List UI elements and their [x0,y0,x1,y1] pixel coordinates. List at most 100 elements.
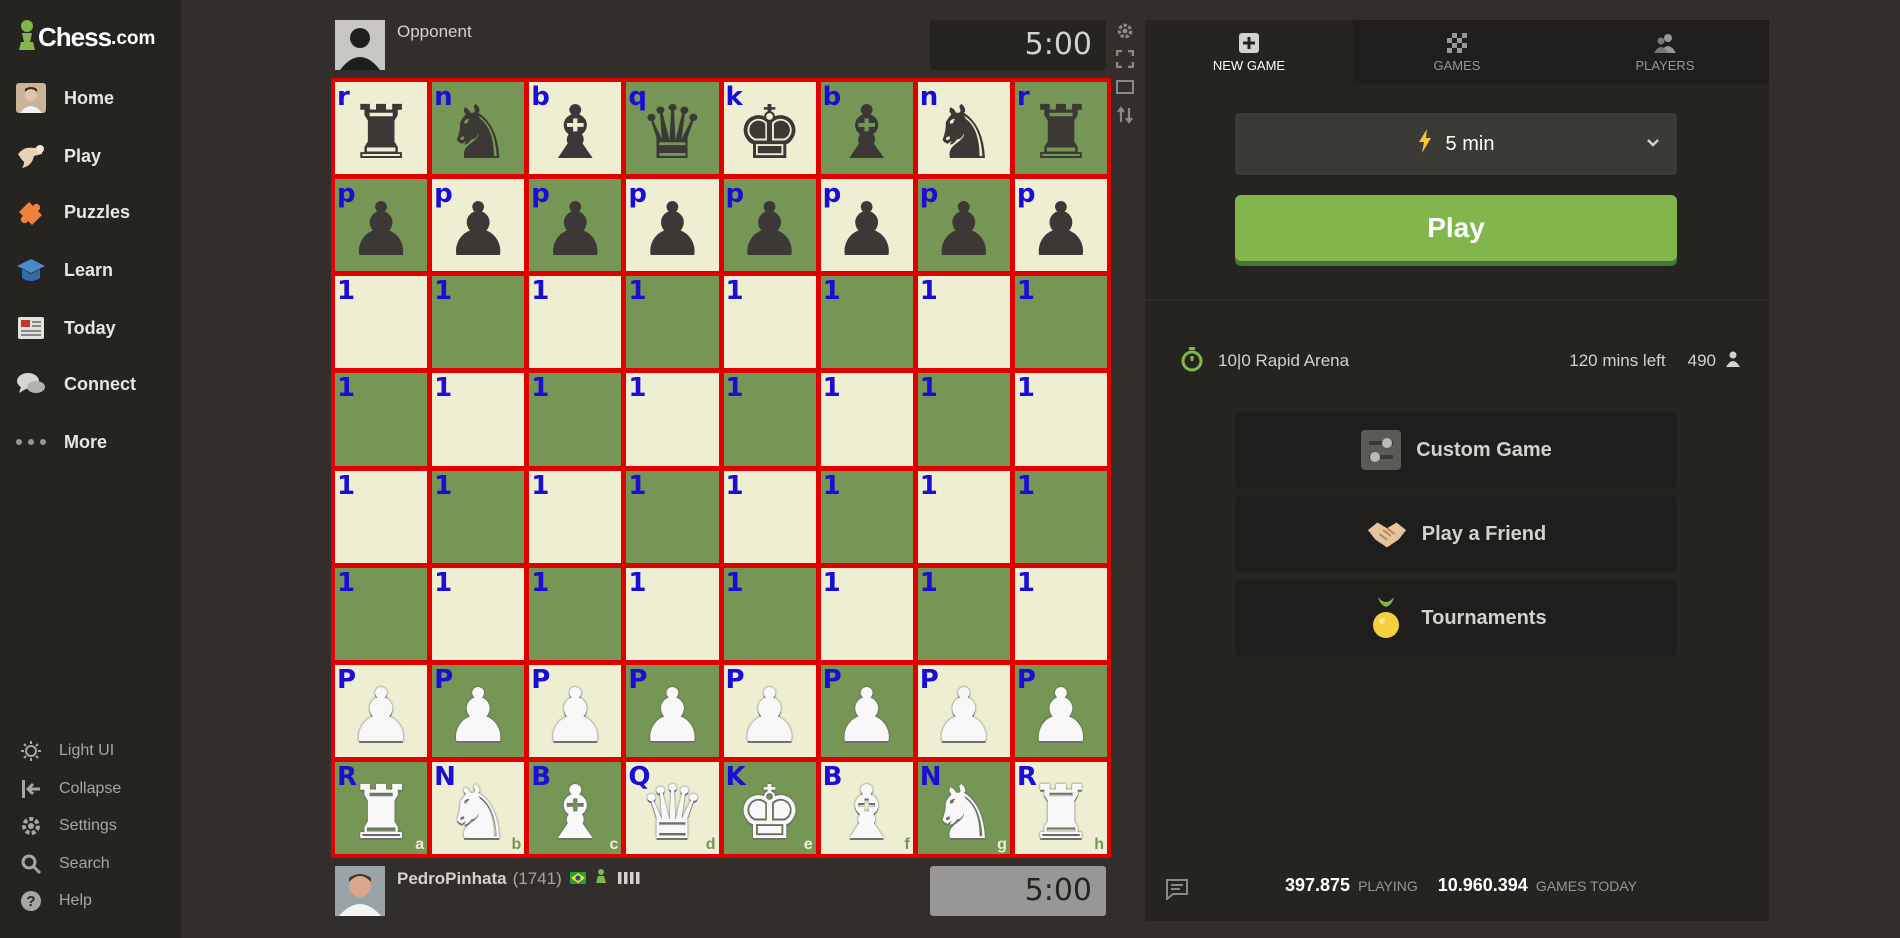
sidebar-footer-search[interactable]: Search [0,847,181,881]
board-settings-gear-icon[interactable] [1114,20,1136,42]
black-bishop-piece[interactable]: ♝ [821,90,913,174]
player-name[interactable]: PedroPinhata [397,869,507,889]
board-square[interactable]: r ♜ [1014,82,1107,175]
flip-board-icon[interactable] [1114,104,1136,126]
board-square[interactable]: 1 [1014,276,1107,369]
board-square[interactable]: 1 [432,470,525,563]
board-square[interactable]: 1 [529,276,622,369]
board-square[interactable]: p ♟ [820,179,913,272]
board-square[interactable]: P ♟ [529,664,622,757]
board-square[interactable]: 1 [1014,470,1107,563]
board-square[interactable]: 1 [1014,373,1107,466]
board-square[interactable]: n ♞ [432,82,525,175]
tournaments-button[interactable]: Tournaments [1235,580,1677,656]
chess-logo[interactable]: Chess .com [16,18,155,52]
player-avatar[interactable] [335,866,385,916]
tab-players[interactable]: PLAYERS [1561,20,1769,84]
white-rook-piece[interactable]: ♜ [1015,770,1107,854]
board-square[interactable]: q ♛ [626,82,719,175]
white-king-piece[interactable]: ♚ [724,770,816,854]
sidebar-footer-collapse[interactable]: Collapse [0,772,181,806]
board-square[interactable]: 1 [917,470,1010,563]
opponent-name[interactable]: Opponent [397,22,472,42]
board-square[interactable]: B ♝ f [820,761,913,854]
sidebar-item-play[interactable]: Play [0,130,181,182]
board-square[interactable]: 1 [529,567,622,660]
white-pawn-piece[interactable]: ♟ [626,673,718,757]
board-square[interactable]: P ♟ [335,664,428,757]
white-bishop-piece[interactable]: ♝ [821,770,913,854]
white-pawn-piece[interactable]: ♟ [918,673,1010,757]
board-square[interactable]: 1 [917,276,1010,369]
board-square[interactable]: 1 [917,567,1010,660]
tab-new-game[interactable]: NEW GAME [1145,20,1353,84]
board-square[interactable]: N ♞ g [917,761,1010,854]
board-square[interactable]: 1 [529,470,622,563]
board-square[interactable]: 1 [432,373,525,466]
board-square[interactable]: 1 [626,567,719,660]
black-pawn-piece[interactable]: ♟ [529,187,621,271]
board-square[interactable]: R ♜ a [335,761,428,854]
sidebar-item-connect[interactable]: Connect [0,358,181,410]
board-square[interactable]: 1 [335,276,428,369]
white-pawn-piece[interactable]: ♟ [724,673,816,757]
white-pawn-piece[interactable]: ♟ [1015,673,1107,757]
sidebar-item-more[interactable]: More [0,416,181,468]
board-square[interactable]: 1 [723,276,816,369]
board-square[interactable]: k ♚ [723,82,816,175]
sidebar-item-home[interactable]: Home [0,72,181,124]
black-pawn-piece[interactable]: ♟ [432,187,524,271]
black-bishop-piece[interactable]: ♝ [529,90,621,174]
black-pawn-piece[interactable]: ♟ [626,187,718,271]
board-square[interactable]: N ♞ b [432,761,525,854]
arena-row[interactable]: 10|0 Rapid Arena 120 mins left 490 [1180,344,1740,378]
board-square[interactable]: 1 [1014,567,1107,660]
board-square[interactable]: P ♟ [1014,664,1107,757]
sidebar-footer-help[interactable]: ? Help [0,884,181,918]
board-square[interactable]: P ♟ [432,664,525,757]
fullscreen-icon[interactable] [1114,48,1136,70]
black-knight-piece[interactable]: ♞ [432,90,524,174]
board-square[interactable]: p ♟ [917,179,1010,272]
white-pawn-piece[interactable]: ♟ [335,673,427,757]
sidebar-item-puzzles[interactable]: Puzzles [0,186,181,238]
board-square[interactable]: 1 [723,373,816,466]
black-pawn-piece[interactable]: ♟ [1015,187,1107,271]
board-square[interactable]: p ♟ [432,179,525,272]
board-square[interactable]: p ♟ [529,179,622,272]
black-queen-piece[interactable]: ♛ [626,90,718,174]
board-square[interactable]: b ♝ [820,82,913,175]
board-square[interactable]: 1 [723,470,816,563]
board-square[interactable]: p ♟ [626,179,719,272]
board-square[interactable]: 1 [820,373,913,466]
black-king-piece[interactable]: ♚ [724,90,816,174]
black-pawn-piece[interactable]: ♟ [335,187,427,271]
white-rook-piece[interactable]: ♜ [335,770,427,854]
board-square[interactable]: p ♟ [723,179,816,272]
board-square[interactable]: p ♟ [1014,179,1107,272]
black-rook-piece[interactable]: ♜ [1015,90,1107,174]
black-pawn-piece[interactable]: ♟ [724,187,816,271]
board-square[interactable]: P ♟ [626,664,719,757]
white-knight-piece[interactable]: ♞ [432,770,524,854]
board-square[interactable]: b ♝ [529,82,622,175]
board-square[interactable]: r ♜ [335,82,428,175]
board-square[interactable]: 1 [626,373,719,466]
board-square[interactable]: B ♝ c [529,761,622,854]
tab-games[interactable]: GAMES [1353,20,1561,84]
chat-icon[interactable] [1165,878,1189,905]
theater-mode-icon[interactable] [1114,76,1136,98]
board-square[interactable]: p ♟ [335,179,428,272]
chess-board[interactable]: r ♜ n ♞ b ♝ q ♛ k ♚ b ♝ n ♞ r ♜ p ♟ p ♟ p ♟ p ♟ p ♟ p ♟ p ♟ p ♟ 1 1 1 1 1 1 1 1… [331,78,1111,858]
white-pawn-piece[interactable]: ♟ [432,673,524,757]
board-square[interactable]: n ♞ [917,82,1010,175]
white-pawn-piece[interactable]: ♟ [529,673,621,757]
board-square[interactable]: P ♟ [917,664,1010,757]
sidebar-footer-light-ui[interactable]: Light UI [0,734,181,768]
sidebar-footer-settings[interactable]: Settings [0,809,181,843]
black-knight-piece[interactable]: ♞ [918,90,1010,174]
white-knight-piece[interactable]: ♞ [918,770,1010,854]
play-a-friend-button[interactable]: Play a Friend [1235,496,1677,572]
board-square[interactable]: 1 [820,276,913,369]
board-square[interactable]: 1 [723,567,816,660]
